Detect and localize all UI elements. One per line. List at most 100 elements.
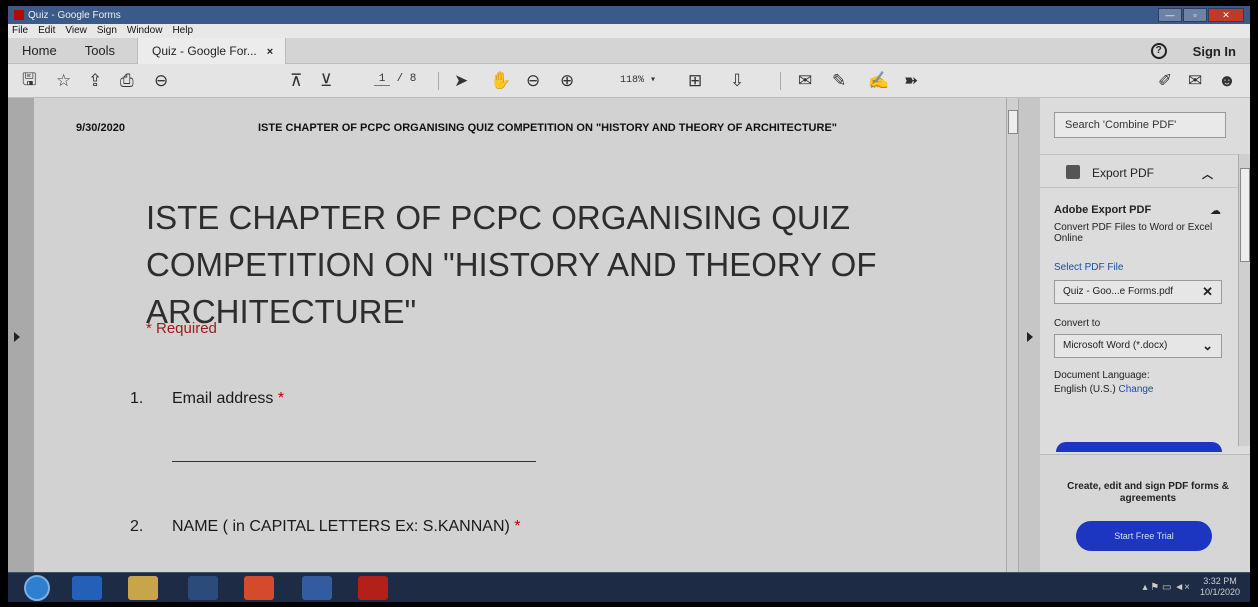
share-link-icon[interactable]: ✐ xyxy=(1158,71,1172,91)
question-2-number: 2. xyxy=(130,518,144,535)
page-header-date: 9/30/2020 xyxy=(76,122,125,134)
zoom-in-icon[interactable]: ⊕ xyxy=(560,71,574,91)
document-scrollbar[interactable] xyxy=(1006,98,1018,572)
media-player-icon[interactable] xyxy=(188,576,218,600)
tab-bar: Home Tools Quiz - Google For... × ? Sign … xyxy=(8,37,1250,64)
clear-file-icon[interactable]: ✕ xyxy=(1202,281,1213,303)
next-page-icon[interactable]: ⊻ xyxy=(320,71,332,91)
question-2-text: NAME ( in CAPITAL LETTERS Ex: S.KANNAN) xyxy=(172,518,510,535)
start-free-trial-button[interactable]: Start Free Trial xyxy=(1076,521,1212,551)
menu-view[interactable]: View xyxy=(65,24,87,38)
change-language-link[interactable]: Change xyxy=(1118,384,1153,395)
page-header-title: ISTE CHAPTER OF PCPC ORGANISING QUIZ COM… xyxy=(258,122,837,134)
tab-home[interactable]: Home xyxy=(8,38,71,64)
convert-button[interactable] xyxy=(1056,442,1222,452)
toolbar-divider xyxy=(438,72,439,90)
chrome-icon[interactable] xyxy=(244,576,274,600)
question-1-label: Email address * xyxy=(172,390,284,408)
toolbar: 🖫 ☆ ⇪ ⎙ ⊖ ⊼ ⊻ 1 / 8 ➤ ✋ ⊖ ⊕ 118% ▾ ⊞ ⇩ ✉… xyxy=(8,64,1250,98)
previous-page-icon[interactable]: ⊼ xyxy=(290,71,302,91)
email-icon[interactable]: ✉ xyxy=(1188,71,1202,91)
acrobat-app-icon xyxy=(14,10,24,20)
help-icon[interactable]: ? xyxy=(1150,43,1167,59)
pane-scrollbar[interactable] xyxy=(1238,154,1250,446)
screen: Quiz - Google Forms — ▫ ✕ File Edit View… xyxy=(8,6,1250,602)
comment-icon[interactable]: ✉ xyxy=(798,71,812,91)
fill-sign-icon[interactable]: ➽ xyxy=(904,71,918,91)
email-answer-line[interactable] xyxy=(172,461,536,462)
pane-splitter[interactable] xyxy=(1018,98,1040,572)
document-language-label: Document Language: xyxy=(1054,370,1150,381)
export-pdf-label: Export PDF xyxy=(1092,166,1155,180)
hand-tool-icon[interactable]: ✋ xyxy=(490,71,511,91)
window-controls: — ▫ ✕ xyxy=(1158,8,1244,22)
user-add-icon[interactable]: ☻ xyxy=(1218,71,1236,91)
page-number-input[interactable]: 1 xyxy=(374,73,390,86)
scroll-mode-icon[interactable]: ⇩ xyxy=(730,71,744,91)
promo-text: Create, edit and sign PDF forms & agreem… xyxy=(1067,481,1229,504)
system-tray-icons[interactable]: ▴ ⚑ ▭ ◄× xyxy=(1142,582,1190,593)
search-tools-input[interactable]: Search 'Combine PDF' xyxy=(1054,112,1226,138)
fit-page-icon[interactable]: ⊞ xyxy=(688,71,702,91)
question-1-number: 1. xyxy=(130,390,144,407)
document-scroll-thumb[interactable] xyxy=(1008,110,1018,134)
chevron-up-icon[interactable]: ︿ xyxy=(1202,166,1213,182)
tab-document[interactable]: Quiz - Google For... × xyxy=(137,37,287,64)
window-title: Quiz - Google Forms xyxy=(28,9,121,21)
question-2-label: NAME ( in CAPITAL LETTERS Ex: S.KANNAN) … xyxy=(172,518,521,536)
required-note: * Required xyxy=(146,320,217,337)
select-cursor-icon[interactable]: ➤ xyxy=(454,71,468,91)
save-icon[interactable]: 🖫 xyxy=(22,70,36,91)
selected-file-name: Quiz - Goo...e Forms.pdf xyxy=(1063,286,1174,297)
clock[interactable]: 3:32 PM 10/1/2020 xyxy=(1200,576,1240,598)
zoom-value: 118% xyxy=(620,75,645,86)
word-icon[interactable] xyxy=(302,576,332,600)
left-pane-toggle-icon[interactable] xyxy=(14,332,20,342)
start-button[interactable] xyxy=(24,575,50,601)
bookmark-star-icon[interactable]: ☆ xyxy=(56,71,71,91)
file-explorer-icon[interactable] xyxy=(128,576,158,600)
maximize-button[interactable]: ▫ xyxy=(1183,8,1207,22)
adobe-export-title: Adobe Export PDF xyxy=(1054,204,1152,216)
export-description: Convert PDF Files to Word or Excel Onlin… xyxy=(1054,222,1213,244)
pdf-page: 9/30/2020 ISTE CHAPTER OF PCPC ORGANISIN… xyxy=(34,98,1006,572)
document-language-row: English (U.S.) Change xyxy=(1054,384,1154,395)
draw-icon[interactable]: ✍ xyxy=(868,71,889,91)
select-pdf-label: Select PDF File xyxy=(1054,262,1124,273)
menu-file[interactable]: File xyxy=(12,24,28,38)
question-1-text: Email address xyxy=(172,390,274,407)
tab-close-icon[interactable]: × xyxy=(267,46,273,58)
page-total: / 8 xyxy=(396,73,417,85)
export-pdf-icon xyxy=(1066,165,1080,179)
form-title: ISTE CHAPTER OF PCPC ORGANISING QUIZ COM… xyxy=(146,199,877,330)
chevron-down-icon: ⌄ xyxy=(1202,338,1213,353)
export-pdf-header[interactable]: Export PDF ︿ xyxy=(1040,154,1238,188)
convert-format-select[interactable]: Microsoft Word (*.docx) ⌄ xyxy=(1054,334,1222,358)
tab-tools[interactable]: Tools xyxy=(71,38,129,64)
menu-edit[interactable]: Edit xyxy=(38,24,55,38)
internet-explorer-icon[interactable] xyxy=(72,576,102,600)
document-area: 9/30/2020 ISTE CHAPTER OF PCPC ORGANISIN… xyxy=(8,98,1018,572)
selected-file-field[interactable]: Quiz - Goo...e Forms.pdf ✕ xyxy=(1054,280,1222,304)
print-icon[interactable]: ⎙ xyxy=(120,71,134,91)
sign-in-button[interactable]: Sign In xyxy=(1193,44,1236,59)
search-zoom-icon[interactable]: ⊖ xyxy=(154,71,168,91)
highlight-pen-icon[interactable]: ✎ xyxy=(832,71,846,91)
menu-sign[interactable]: Sign xyxy=(97,24,117,38)
taskbar: ▴ ⚑ ▭ ◄× 3:32 PM 10/1/2020 xyxy=(8,572,1250,602)
clock-time: 3:32 PM xyxy=(1203,576,1237,586)
pane-scroll-thumb[interactable] xyxy=(1240,168,1250,262)
zoom-select[interactable]: 118% ▾ xyxy=(620,74,656,86)
convert-to-label: Convert to xyxy=(1054,318,1101,329)
acrobat-taskbar-icon[interactable] xyxy=(358,576,388,600)
minimize-button[interactable]: — xyxy=(1158,8,1182,22)
zoom-out-icon[interactable]: ⊖ xyxy=(526,71,540,91)
collapse-pane-icon[interactable] xyxy=(1027,332,1033,342)
menu-window[interactable]: Window xyxy=(127,24,163,38)
page-indicator: 1 / 8 xyxy=(374,73,416,86)
close-window-button[interactable]: ✕ xyxy=(1208,8,1244,22)
chevron-down-icon: ▾ xyxy=(650,75,657,86)
menu-help[interactable]: Help xyxy=(172,24,193,38)
toolbar-divider xyxy=(780,72,781,90)
upload-cloud-icon[interactable]: ⇪ xyxy=(88,71,102,91)
